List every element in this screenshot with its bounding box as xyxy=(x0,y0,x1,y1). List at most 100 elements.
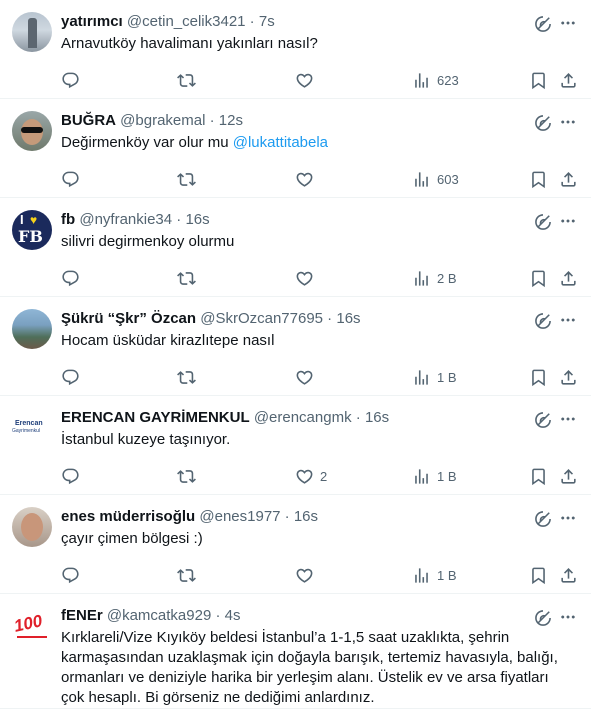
tweet-time[interactable]: 16s xyxy=(365,409,389,426)
avatar[interactable]: I ♥ FB xyxy=(12,210,52,250)
grok-icon-button[interactable] xyxy=(533,608,553,628)
more-icon[interactable] xyxy=(559,311,577,329)
tweet[interactable]: I ♥ FB fb @nyfrankie34 · 16s silivri degirme… xyxy=(0,198,591,297)
mention-link[interactable]: @lukattitabela xyxy=(233,134,328,151)
tweet[interactable]: enes müderrisoğlu @enes1977 · 16s çayır ç… xyxy=(0,495,591,594)
like-button[interactable]: 2 xyxy=(295,466,327,486)
retweet-icon[interactable] xyxy=(177,368,196,387)
bookmark-icon[interactable] xyxy=(529,566,548,585)
views-icon[interactable] xyxy=(412,71,431,90)
like-button[interactable] xyxy=(295,268,314,288)
bookmark-button[interactable] xyxy=(529,367,548,387)
like-button[interactable] xyxy=(295,70,314,90)
grok-icon-button[interactable] xyxy=(533,212,553,232)
author-name[interactable]: Şükrü “Şkr” Özcan xyxy=(61,310,196,327)
author-handle[interactable]: @cetin_celik3421 xyxy=(127,13,246,30)
reply-button[interactable] xyxy=(61,169,80,189)
tweet[interactable]: Şükrü “Şkr” Özcan @SkrOzcan77695 · 16s Ho… xyxy=(0,297,591,396)
tweet-time[interactable]: 7s xyxy=(259,13,275,30)
bookmark-button[interactable] xyxy=(529,466,548,486)
share-button[interactable] xyxy=(559,466,578,486)
share-icon[interactable] xyxy=(559,71,578,90)
more-button[interactable] xyxy=(559,509,579,529)
reply-button[interactable] xyxy=(61,70,80,90)
bookmark-icon[interactable] xyxy=(529,467,548,486)
retweet-button[interactable] xyxy=(177,466,196,486)
share-icon[interactable] xyxy=(559,566,578,585)
reply-button[interactable] xyxy=(61,565,80,585)
like-icon[interactable] xyxy=(295,170,314,189)
share-button[interactable] xyxy=(559,268,578,288)
more-icon[interactable] xyxy=(559,608,577,626)
bookmark-button[interactable] xyxy=(529,565,548,585)
bookmark-icon[interactable] xyxy=(529,269,548,288)
retweet-button[interactable] xyxy=(177,367,196,387)
tweet-time[interactable]: 16s xyxy=(336,310,360,327)
reply-button[interactable] xyxy=(61,367,80,387)
more-icon[interactable] xyxy=(559,212,577,230)
views-button[interactable]: 1 B xyxy=(412,565,457,585)
author-name[interactable]: yatırımcı xyxy=(61,13,123,30)
retweet-icon[interactable] xyxy=(177,71,196,90)
avatar[interactable]: 100 xyxy=(12,606,52,646)
grok-icon[interactable] xyxy=(533,212,553,232)
retweet-icon[interactable] xyxy=(177,566,196,585)
like-button[interactable] xyxy=(295,367,314,387)
views-icon[interactable] xyxy=(412,467,431,486)
views-icon[interactable] xyxy=(412,368,431,387)
share-button[interactable] xyxy=(559,367,578,387)
avatar[interactable] xyxy=(12,111,52,151)
author-handle[interactable]: @SkrOzcan77695 xyxy=(200,310,323,327)
grok-icon[interactable] xyxy=(533,608,553,628)
reply-icon[interactable] xyxy=(61,71,80,90)
author-name[interactable]: fENEr xyxy=(61,607,103,624)
views-button[interactable]: 1 B xyxy=(412,367,457,387)
more-button[interactable] xyxy=(559,608,579,628)
more-icon[interactable] xyxy=(559,113,577,131)
avatar[interactable] xyxy=(12,12,52,52)
retweet-icon[interactable] xyxy=(177,467,196,486)
views-icon[interactable] xyxy=(412,566,431,585)
tweet-time[interactable]: 12s xyxy=(219,112,243,129)
views-button[interactable]: 2 B xyxy=(412,268,457,288)
views-icon[interactable] xyxy=(412,269,431,288)
bookmark-button[interactable] xyxy=(529,268,548,288)
grok-icon[interactable] xyxy=(533,311,553,331)
grok-icon-button[interactable] xyxy=(533,509,553,529)
like-button[interactable] xyxy=(295,169,314,189)
more-icon[interactable] xyxy=(559,509,577,527)
grok-icon-button[interactable] xyxy=(533,410,553,430)
like-button[interactable] xyxy=(295,565,314,585)
more-icon[interactable] xyxy=(559,14,577,32)
tweet-time[interactable]: 16s xyxy=(294,508,318,525)
author-handle[interactable]: @kamcatka929 xyxy=(107,607,211,624)
retweet-button[interactable] xyxy=(177,70,196,90)
more-button[interactable] xyxy=(559,410,579,430)
grok-icon[interactable] xyxy=(533,113,553,133)
author-name[interactable]: fb xyxy=(61,211,75,228)
share-icon[interactable] xyxy=(559,170,578,189)
bookmark-icon[interactable] xyxy=(529,170,548,189)
avatar[interactable]: Erencan Gayrimenkul xyxy=(12,408,52,448)
tweet[interactable]: Erencan Gayrimenkul ERENCAN GAYRİMENKUL @e… xyxy=(0,396,591,495)
author-handle[interactable]: @bgrakemal xyxy=(120,112,205,129)
grok-icon[interactable] xyxy=(533,14,553,34)
author-name[interactable]: BUĞRA xyxy=(61,112,116,129)
like-icon[interactable] xyxy=(295,467,314,486)
share-icon[interactable] xyxy=(559,269,578,288)
avatar[interactable] xyxy=(12,309,52,349)
grok-icon[interactable] xyxy=(533,509,553,529)
tweet[interactable]: BUĞRA @bgrakemal · 12s Değirmenköy var ol… xyxy=(0,99,591,198)
share-button[interactable] xyxy=(559,565,578,585)
reply-icon[interactable] xyxy=(61,269,80,288)
retweet-button[interactable] xyxy=(177,169,196,189)
author-handle[interactable]: @nyfrankie34 xyxy=(79,211,172,228)
more-icon[interactable] xyxy=(559,410,577,428)
reply-icon[interactable] xyxy=(61,170,80,189)
more-button[interactable] xyxy=(559,113,579,133)
author-name[interactable]: enes müderrisoğlu xyxy=(61,508,195,525)
retweet-button[interactable] xyxy=(177,565,196,585)
share-button[interactable] xyxy=(559,169,578,189)
bookmark-button[interactable] xyxy=(529,70,548,90)
reply-button[interactable] xyxy=(61,466,80,486)
